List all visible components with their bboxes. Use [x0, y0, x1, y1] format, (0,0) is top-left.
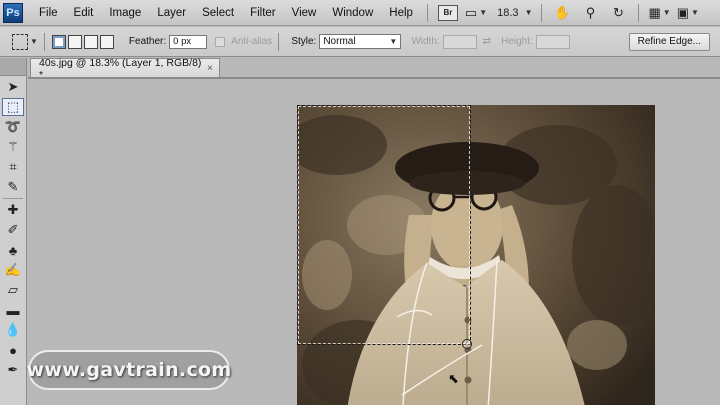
- healing-brush-tool-icon[interactable]: ✚: [2, 201, 24, 219]
- lasso-tool-icon[interactable]: ➰: [2, 118, 24, 136]
- menu-separator: [541, 3, 543, 22]
- rectangular-marquee-tool-icon[interactable]: ⬚: [2, 98, 24, 116]
- menu-layer[interactable]: Layer: [149, 0, 194, 26]
- intersect-selection-button[interactable]: [99, 34, 114, 49]
- sepia-portrait-illustration: [297, 105, 655, 405]
- magic-wand-tool-icon[interactable]: ⚚: [2, 138, 24, 156]
- photo-image: [297, 105, 655, 405]
- menu-separator: [426, 3, 428, 22]
- menu-help[interactable]: Help: [381, 0, 421, 26]
- antialias-checkbox[interactable]: [215, 36, 226, 47]
- tools-panel: ➤ ⬚ ➰ ⚚ ⌗ ✎ ✚ ✐ ♣ ✍ ▱ ▬ 💧 ● ✒: [0, 58, 27, 405]
- blur-tool-icon[interactable]: 💧: [2, 321, 24, 339]
- feather-label: Feather:: [128, 36, 167, 47]
- tools-panel-header[interactable]: [0, 58, 26, 76]
- menu-window[interactable]: Window: [324, 0, 381, 26]
- selection-corner-handle[interactable]: [462, 339, 472, 349]
- arrange-documents-button[interactable]: ▦ ▼: [648, 3, 670, 23]
- chevron-down-icon: ▼: [662, 8, 671, 17]
- chevron-down-icon: ▼: [691, 8, 699, 17]
- swap-dimensions-icon[interactable]: ⇄: [483, 36, 491, 47]
- menu-view[interactable]: View: [284, 0, 325, 26]
- watermark-text: www.gavtrain.com: [26, 359, 232, 381]
- options-separator: [278, 32, 280, 51]
- launch-bridge-button[interactable]: Br: [437, 3, 459, 23]
- hand-tool-button[interactable]: ✋: [551, 3, 573, 23]
- style-value: Normal: [323, 36, 356, 47]
- pen-tool-icon[interactable]: ✒: [2, 361, 24, 379]
- menu-edit[interactable]: Edit: [66, 0, 102, 26]
- bridge-icon: Br: [437, 4, 458, 21]
- chevron-down-icon: ▼: [524, 8, 533, 17]
- width-input[interactable]: [442, 34, 477, 49]
- rotate-view-icon: ↻: [613, 4, 624, 20]
- crop-tool-icon[interactable]: ⌗: [2, 158, 24, 176]
- eyedropper-tool-icon[interactable]: ✎: [2, 178, 24, 196]
- zoom-level-dropdown[interactable]: 18.3 ▼: [493, 3, 532, 23]
- add-to-selection-button[interactable]: [67, 34, 82, 49]
- chevron-down-icon[interactable]: ▼: [30, 37, 38, 46]
- screen-mode-icon: ▣: [676, 4, 689, 20]
- options-bar: ▼ Feather: 0 px Anti-alias Style: Normal…: [0, 27, 720, 57]
- style-label: Style:: [291, 36, 317, 47]
- document-tab[interactable]: 40s.jpg @ 18.3% (Layer 1, RGB/8) * ×: [30, 57, 220, 81]
- view-extras-icon: ▭: [464, 4, 478, 20]
- menu-separator: [638, 3, 640, 22]
- options-separator: [43, 32, 45, 51]
- gradient-tool-icon[interactable]: ▬: [2, 301, 24, 319]
- new-selection-button[interactable]: [51, 34, 66, 49]
- chevron-down-icon: ▼: [389, 37, 398, 46]
- photoshop-logo: Ps: [3, 2, 23, 23]
- menu-bar: Ps File Edit Image Layer Select Filter V…: [0, 0, 720, 26]
- height-input[interactable]: [535, 34, 570, 49]
- height-label: Height:: [501, 36, 533, 47]
- chevron-down-icon: ▼: [479, 8, 488, 17]
- history-brush-tool-icon[interactable]: ✍: [2, 261, 24, 279]
- watermark-badge: www.gavtrain.com: [26, 350, 232, 390]
- close-icon[interactable]: ×: [207, 63, 213, 74]
- zoom-level: 18.3: [497, 6, 519, 19]
- feather-input[interactable]: 0 px: [169, 34, 208, 49]
- refine-edge-button[interactable]: Refine Edge...: [628, 32, 710, 51]
- zoom-tool-button[interactable]: ⚲: [579, 3, 601, 23]
- style-select[interactable]: Normal ▼: [319, 34, 402, 49]
- magnifier-icon: ⚲: [585, 4, 596, 20]
- rectangular-marquee-preset-icon[interactable]: [12, 33, 28, 50]
- eraser-tool-icon[interactable]: ▱: [2, 281, 24, 299]
- dodge-tool-icon[interactable]: ●: [2, 341, 24, 359]
- hand-icon: ✋: [554, 4, 571, 20]
- menu-select[interactable]: Select: [194, 0, 242, 26]
- cursor-arrow-icon: ⬉: [448, 371, 459, 386]
- subtract-from-selection-button[interactable]: [83, 34, 98, 49]
- antialias-label: Anti-alias: [231, 36, 273, 47]
- menu-image[interactable]: Image: [101, 0, 149, 26]
- width-label: Width:: [411, 36, 440, 47]
- rotate-view-button[interactable]: ↻: [607, 3, 629, 23]
- brush-tool-icon[interactable]: ✐: [2, 221, 24, 239]
- view-extras-button[interactable]: ▭ ▼: [465, 3, 487, 23]
- menu-filter[interactable]: Filter: [242, 0, 284, 26]
- screen-mode-button[interactable]: ▣ ▼: [677, 3, 699, 23]
- clone-stamp-tool-icon[interactable]: ♣: [2, 241, 24, 259]
- move-tool-icon[interactable]: ➤: [2, 78, 24, 96]
- tools-divider: [3, 198, 23, 199]
- menu-file[interactable]: File: [31, 0, 66, 26]
- arrange-icon: ▦: [648, 4, 661, 20]
